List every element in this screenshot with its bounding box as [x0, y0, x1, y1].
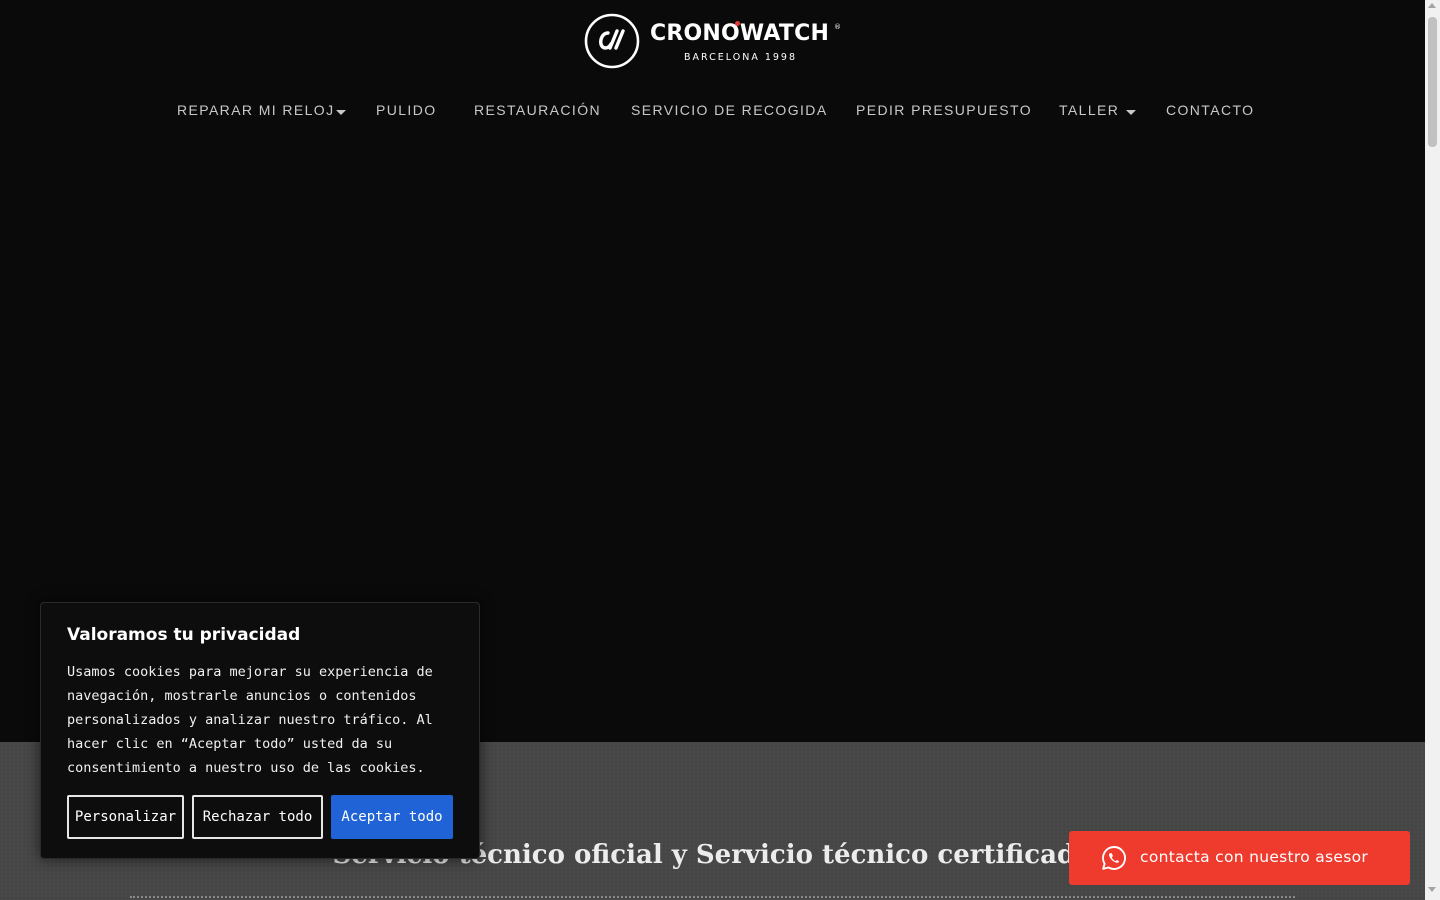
whatsapp-label: contacta con nuestro asesor [1140, 848, 1369, 866]
page-scrollbar[interactable] [1425, 0, 1440, 900]
chevron-down-icon[interactable] [336, 110, 346, 115]
nav-item-contacto[interactable]: CONTACTO [1166, 102, 1254, 118]
whatsapp-contact-button[interactable]: contacta con nuestro asesor [1069, 831, 1410, 885]
cookie-consent-banner: Valoramos tu privacidad Usamos cookies p… [40, 602, 480, 859]
nav-item-taller[interactable]: TALLER [1059, 102, 1119, 118]
chevron-down-icon[interactable] [1126, 110, 1136, 115]
dotted-divider [130, 896, 1295, 898]
customize-button[interactable]: Personalizar [67, 795, 184, 839]
nav-item-pulido[interactable]: PULIDO [376, 102, 437, 118]
cw-monogram-icon [584, 13, 640, 69]
accept-all-button[interactable]: Aceptar todo [331, 795, 453, 839]
registered-mark: ® [834, 23, 841, 31]
scroll-up-icon[interactable] [1428, 3, 1436, 8]
scrollbar-thumb[interactable] [1428, 17, 1437, 147]
nav-item-reparar-mi-reloj[interactable]: REPARAR MI RELOJ [177, 102, 335, 118]
brand-dot [735, 21, 740, 26]
scroll-down-icon[interactable] [1428, 887, 1436, 892]
cookie-text: Usamos cookies para mejorar su experienc… [67, 664, 433, 776]
logo-link[interactable]: CRONOWATCH ® BARCELONA 1998 [584, 13, 844, 69]
main-nav: REPARAR MI RELOJ PULIDO RESTAURACIÓN SER… [0, 96, 1425, 126]
nav-item-pedir-presupuesto[interactable]: PEDIR PRESUPUESTO [856, 102, 1032, 118]
nav-item-servicio-de-recogida[interactable]: SERVICIO DE RECOGIDA [631, 102, 828, 118]
reject-all-button[interactable]: Rechazar todo [192, 795, 323, 839]
cookie-title: Valoramos tu privacidad [67, 625, 301, 645]
nav-item-restauracion[interactable]: RESTAURACIÓN [474, 102, 601, 118]
brand-tagline: BARCELONA 1998 [684, 52, 798, 63]
whatsapp-icon [1102, 846, 1126, 870]
